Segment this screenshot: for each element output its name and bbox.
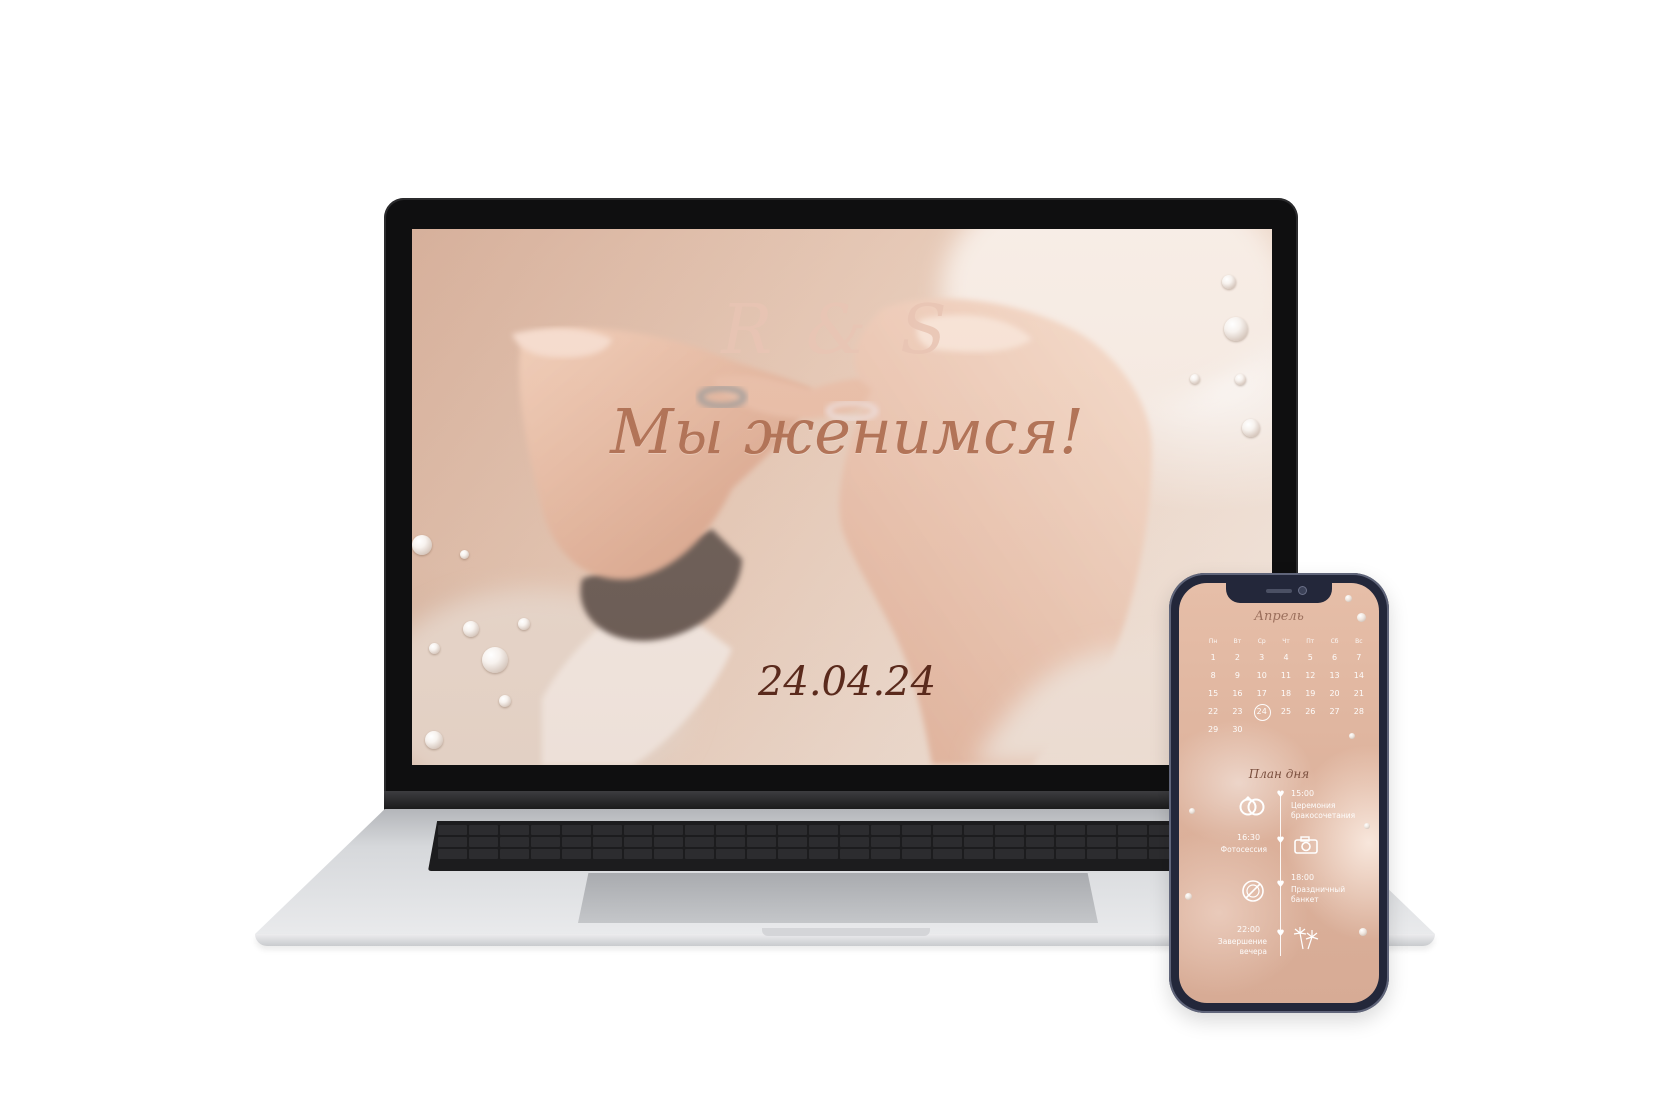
pearl-decoration bbox=[1185, 893, 1192, 900]
weekday-label: Чт bbox=[1282, 638, 1290, 645]
calendar-day: 4 bbox=[1283, 653, 1289, 662]
calendar-day: 28 bbox=[1353, 707, 1364, 716]
calendar-day: 26 bbox=[1305, 707, 1316, 716]
pearl-decoration bbox=[1235, 374, 1246, 385]
calendar-day bbox=[1322, 721, 1346, 739]
laptop-hinge bbox=[384, 791, 1298, 809]
plan-title: План дня bbox=[1248, 767, 1310, 781]
calendar-week: 22 23 24 25 26 27 28 bbox=[1201, 703, 1371, 721]
calendar: Пн Вт Ср Чт Пт Сб Вс 1 2 3 4 5 6 7 8 9 1… bbox=[1201, 635, 1371, 739]
calendar-day: 27 bbox=[1329, 707, 1340, 716]
calendar-day: 21 bbox=[1353, 689, 1364, 698]
phone-notch bbox=[1226, 583, 1332, 603]
plate-icon bbox=[1242, 880, 1264, 902]
calendar-day: 9 bbox=[1234, 671, 1240, 680]
pearl-decoration bbox=[1345, 595, 1352, 602]
weekday-label: Вс bbox=[1355, 638, 1363, 645]
touchpad bbox=[578, 873, 1098, 923]
calendar-day-highlighted: 24 bbox=[1250, 703, 1274, 721]
calendar-day: 30 bbox=[1232, 725, 1243, 734]
camera-icon bbox=[1294, 836, 1318, 854]
pearl-decoration bbox=[518, 618, 530, 630]
calendar-day: 25 bbox=[1280, 707, 1292, 716]
calendar-day bbox=[1347, 721, 1371, 739]
calendar-week: 15 16 17 18 19 20 21 bbox=[1201, 685, 1371, 703]
calendar-day: 2 bbox=[1234, 653, 1240, 662]
calendar-week: 29 30 bbox=[1201, 721, 1371, 739]
pearl-decoration bbox=[429, 643, 440, 654]
event-time: 15:00 bbox=[1291, 789, 1315, 798]
keyboard-keys bbox=[438, 825, 1179, 861]
heart-icon: ♥ bbox=[1276, 880, 1285, 890]
pearl-decoration bbox=[425, 731, 443, 749]
laptop-screen: R & S Мы женимся! 24.04.24 bbox=[412, 229, 1272, 765]
calendar-day: 6 bbox=[1332, 653, 1338, 662]
pearl-decoration bbox=[1359, 928, 1367, 936]
pearl-decoration bbox=[499, 695, 511, 707]
calendar-day: 15 bbox=[1208, 689, 1219, 698]
calendar-day: 5 bbox=[1307, 653, 1313, 662]
calendar-day bbox=[1274, 721, 1298, 739]
weekday-label: Пт bbox=[1306, 638, 1315, 645]
calendar-day: 20 bbox=[1329, 689, 1340, 698]
pearl-decoration bbox=[460, 550, 469, 559]
pearl-decoration bbox=[1189, 808, 1195, 814]
pearl-decoration bbox=[1224, 317, 1248, 341]
event-label: Фотосессия bbox=[1220, 845, 1267, 854]
pearl-decoration bbox=[1222, 275, 1236, 289]
calendar-day: 17 bbox=[1256, 689, 1267, 698]
phone-camera bbox=[1299, 587, 1306, 594]
weekday-label: Вт bbox=[1233, 638, 1242, 645]
pearl-decoration bbox=[463, 621, 479, 637]
calendar-day: 23 bbox=[1232, 707, 1243, 716]
calendar-week: 8 9 10 11 12 13 14 bbox=[1201, 667, 1371, 685]
event-label: Церемония бракосочетания bbox=[1291, 801, 1356, 820]
weekday-label: Сб bbox=[1330, 638, 1339, 645]
calendar-day: 16 bbox=[1232, 689, 1243, 698]
wedding-date: 24.04.24 bbox=[757, 659, 937, 705]
calendar-day: 19 bbox=[1305, 689, 1316, 698]
calendar-month: Апрель bbox=[1254, 609, 1304, 624]
monogram: R & S bbox=[721, 291, 953, 370]
event-time: 18:00 bbox=[1291, 873, 1315, 882]
event-time: 16:30 bbox=[1237, 833, 1261, 842]
calendar-day: 13 bbox=[1329, 671, 1340, 680]
calendar-week: 1 2 3 4 5 6 7 bbox=[1201, 649, 1371, 667]
calendar-day: 8 bbox=[1210, 671, 1216, 680]
event-label: Завершение вечера bbox=[1217, 937, 1267, 956]
phone-screen: Апрель Пн Вт Ср Чт Пт Сб Вс 1 2 3 4 5 6 … bbox=[1179, 583, 1379, 1003]
calendar-day: 1 bbox=[1210, 653, 1216, 662]
heart-icon: ♥ bbox=[1276, 929, 1285, 939]
weekday-label: Пн bbox=[1208, 638, 1218, 645]
heart-icon: ♥ bbox=[1276, 836, 1285, 846]
phone-speaker bbox=[1266, 589, 1292, 593]
calendar-day: 22 bbox=[1208, 707, 1219, 716]
calendar-day: 3 bbox=[1259, 653, 1265, 662]
laptop-opening-notch bbox=[762, 928, 930, 936]
fireworks-icon bbox=[1293, 927, 1319, 950]
calendar-day: 12 bbox=[1305, 671, 1316, 680]
weekday-label: Ср bbox=[1257, 638, 1266, 645]
pearl-decoration bbox=[1190, 374, 1200, 384]
calendar-day bbox=[1298, 721, 1322, 739]
heart-icon: ♥ bbox=[1276, 790, 1285, 800]
calendar-day: 18 bbox=[1280, 689, 1292, 698]
calendar-day: 11 bbox=[1280, 671, 1292, 680]
calendar-day: 14 bbox=[1353, 671, 1364, 680]
calendar-day: 7 bbox=[1356, 653, 1362, 662]
rings-icon bbox=[1239, 796, 1265, 816]
pearl-decoration bbox=[482, 647, 508, 673]
pearl-decoration bbox=[1242, 419, 1260, 437]
event-time: 22:00 bbox=[1237, 925, 1261, 934]
calendar-day bbox=[1250, 721, 1274, 739]
event-label: Праздничный банкет bbox=[1291, 885, 1346, 904]
pearl-decoration bbox=[1364, 823, 1370, 829]
pearl-decoration bbox=[412, 535, 432, 555]
calendar-day: 29 bbox=[1208, 725, 1219, 734]
calendar-weekdays: Пн Вт Ср Чт Пт Сб Вс bbox=[1201, 635, 1371, 649]
headline: Мы женимся! bbox=[610, 395, 1084, 468]
calendar-day: 10 bbox=[1256, 671, 1267, 680]
